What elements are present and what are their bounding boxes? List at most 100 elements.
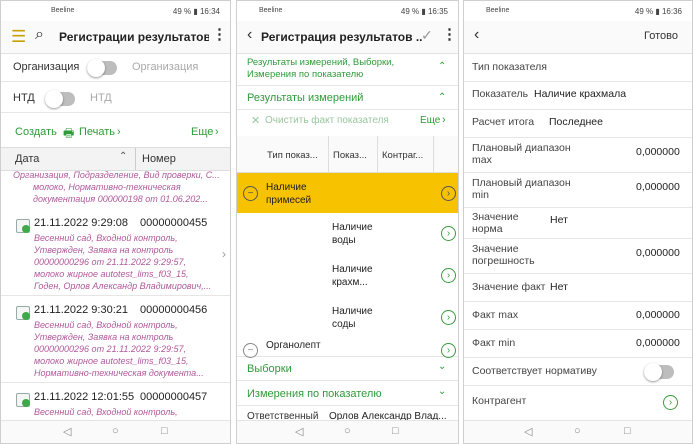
chevron-up-icon: ⌃ [438, 61, 447, 72]
indicator-name: Наличие соды [332, 306, 373, 330]
chevron-circle-right-icon[interactable]: › [441, 343, 456, 358]
status-bar: Beeline 49 % ▮ 16:35 [237, 1, 458, 21]
section-samples-label: Выборки [247, 363, 292, 375]
system-nav-bar: ◁ ○ □ [464, 420, 692, 443]
more-vert-icon[interactable]: ⋮ [212, 27, 227, 42]
nav-back-icon[interactable]: ◁ [295, 425, 303, 438]
chevron-circle-right-icon[interactable]: › [441, 268, 456, 283]
nav-recent-icon[interactable]: □ [392, 425, 399, 437]
field-label: Значение погрешность [472, 243, 535, 267]
field-value[interactable]: Нет [550, 281, 568, 293]
group-row-selected[interactable]: − Наличие примесей › [237, 173, 458, 213]
table-row[interactable]: 21.11.2022 9:29:08 00000000455 Весенний … [1, 211, 230, 296]
field-row: Плановый диапазон min 0,000000 [464, 173, 692, 208]
table-row[interactable]: Наличие соды › [237, 299, 458, 336]
chevron-right-icon: › [117, 126, 121, 138]
table-row[interactable]: 21.11.2022 9:30:21 00000000456 Весенний … [1, 298, 230, 383]
chevron-right-icon: › [215, 126, 219, 138]
close-icon: ✕ [251, 115, 261, 127]
field-label: Плановый диапазон max [472, 142, 571, 166]
table-row[interactable]: Наличие воды › [237, 215, 458, 252]
org-value[interactable]: Организация [132, 61, 198, 73]
title-bar: ‹ Готово [464, 21, 692, 54]
more-button[interactable]: Еще [420, 115, 440, 126]
field-label: Тип показателя [472, 61, 547, 73]
ntd-toggle[interactable] [45, 90, 75, 108]
chevron-circle-right-icon[interactable]: › [441, 226, 456, 241]
collapse-minus-icon[interactable]: − [243, 343, 258, 358]
more-button[interactable]: Еще [191, 126, 213, 138]
section-results[interactable]: Результаты измерений ⌃ [237, 87, 458, 110]
search-icon[interactable]: ⌕ [35, 27, 44, 43]
col-contractor[interactable]: Контраг... [382, 150, 423, 161]
more-vert-icon[interactable]: ⋮ [442, 27, 457, 42]
nav-back-icon[interactable]: ◁ [63, 425, 71, 438]
table-row[interactable]: 21.11.2022 12:01:55 00000000457 Весенний… [1, 385, 230, 421]
field-value[interactable]: Последнее [549, 116, 603, 128]
nav-recent-icon[interactable]: □ [624, 425, 631, 437]
ntd-row: НТД НТД [1, 85, 230, 113]
clear-fact-button[interactable]: Очистить факт показателя [265, 115, 389, 126]
norm-toggle[interactable] [644, 363, 674, 381]
record-line: 00000000296 от 21.11.2022 9:29:57, [34, 257, 186, 267]
nav-recent-icon[interactable]: □ [161, 425, 168, 437]
field-row: Контрагент › [464, 387, 692, 417]
field-row: Факт max 0,000000 [464, 302, 692, 330]
col-date[interactable]: Дата [15, 153, 39, 165]
ntd-value[interactable]: НТД [90, 92, 112, 104]
section-measures[interactable]: Измерения по показателю ⌄ [237, 383, 458, 406]
col-indicator[interactable]: Показ... [333, 150, 367, 161]
field-label: Расчет итога [472, 116, 535, 128]
collapse-minus-icon[interactable]: − [243, 186, 258, 201]
nav-home-icon[interactable]: ○ [344, 425, 351, 437]
section-results-label: Результаты измерений [247, 92, 364, 104]
checkmark-icon[interactable]: ✓ [421, 28, 433, 42]
system-nav-bar: ◁ ○ □ [237, 420, 458, 443]
done-button[interactable]: Готово [644, 30, 678, 42]
section-summary[interactable]: Результаты измерений, Выборки, Измерения… [237, 54, 458, 86]
results-table-header: Тип показ... Показ... Контраг... [237, 136, 458, 173]
table-header: Дата ⌃ Номер [1, 147, 230, 171]
col-number[interactable]: Номер [142, 153, 176, 165]
chevron-circle-right-icon[interactable]: › [441, 186, 456, 201]
group-row[interactable]: − Органолепт › [237, 338, 458, 358]
create-button[interactable]: Создать [15, 126, 57, 138]
section-samples[interactable]: Выборки ⌄ [237, 358, 458, 381]
field-row: Показатель Наличие крахмала [464, 82, 692, 110]
page-title: Регистрация результатов ... [261, 30, 423, 44]
field-value[interactable]: Наличие крахмала [534, 88, 626, 100]
chevron-circle-right-icon[interactable]: › [663, 395, 678, 410]
record-line: Утвержден, Заявка на контроль [34, 332, 174, 342]
field-row: Значение факт Нет [464, 274, 692, 302]
record-line: Годен, Орлов Александр Владимирович,... [34, 281, 212, 291]
screen-registrations-list: Beeline 49 % ▮ 16:34 ☰ ⌕ Регистрации рез… [0, 0, 231, 444]
toolbar: Создать 🖶 Печать › Еще › [1, 121, 230, 143]
system-nav-bar: ◁ ○ □ [1, 420, 230, 443]
nav-home-icon[interactable]: ○ [112, 425, 119, 437]
indicator-name: Наличие крахм... [332, 264, 373, 288]
printer-icon: 🖶 [63, 126, 75, 140]
table-row[interactable]: Наличие крахм... › [237, 257, 458, 294]
menu-icon[interactable]: ☰ [11, 28, 26, 45]
print-button[interactable]: Печать [79, 126, 115, 138]
nav-back-icon[interactable]: ◁ [524, 425, 532, 438]
status-bar: Beeline 49 % ▮ 16:36 [464, 1, 692, 21]
document-check-icon [16, 306, 30, 320]
field-value[interactable]: 0,000000 [636, 146, 680, 158]
carrier: Beeline [51, 7, 75, 14]
back-arrow-icon[interactable]: ‹ [474, 27, 479, 43]
back-arrow-icon[interactable]: ‹ [247, 27, 252, 43]
field-value[interactable]: 0,000000 [636, 337, 680, 349]
col-type[interactable]: Тип показ... [267, 150, 318, 161]
status-right: 49 % ▮ 16:36 [634, 7, 682, 16]
chevron-circle-right-icon[interactable]: › [441, 310, 456, 325]
partial-line: молоко, Нормативно-техническая [33, 182, 181, 192]
field-label: Факт max [472, 309, 519, 321]
org-toggle[interactable] [87, 59, 117, 77]
field-value[interactable]: Нет [550, 214, 568, 226]
field-value[interactable]: 0,000000 [636, 181, 680, 193]
field-value[interactable]: 0,000000 [636, 247, 680, 259]
field-row: Значение погрешность 0,000000 [464, 239, 692, 274]
field-value[interactable]: 0,000000 [636, 309, 680, 321]
nav-home-icon[interactable]: ○ [574, 425, 581, 437]
